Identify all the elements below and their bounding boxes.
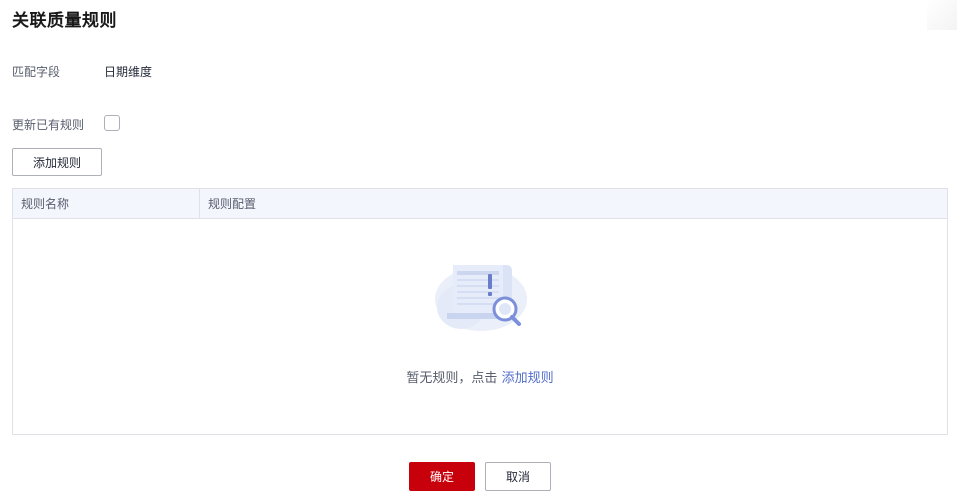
corner-shade — [927, 0, 957, 30]
update-existing-label: 更新已有规则 — [12, 118, 85, 132]
match-field-value: 日期维度 — [104, 65, 153, 79]
dialog-title: 关联质量规则 — [12, 11, 117, 31]
update-existing-checkbox[interactable] — [104, 115, 120, 131]
empty-state-add-rule-link[interactable]: 添加规则 — [502, 371, 554, 386]
associate-quality-rules-dialog: 关联质量规则 匹配字段 日期维度 更新已有规则 添加规则 规则名称 规则配置 暂… — [0, 0, 957, 503]
cancel-button[interactable]: 取消 — [485, 462, 551, 491]
empty-state-text: 暂无规则，点击 — [406, 371, 498, 386]
match-field-label: 匹配字段 — [12, 65, 61, 79]
empty-illustration-svg — [435, 265, 527, 331]
rules-table: 规则名称 规则配置 暂无规则，点击 添加规则 — [12, 188, 948, 435]
add-rule-button[interactable]: 添加规则 — [12, 148, 102, 176]
document-search-icon — [431, 257, 531, 337]
confirm-button[interactable]: 确定 — [409, 462, 475, 491]
empty-state: 暂无规则，点击 添加规则 — [13, 367, 947, 386]
table-header: 规则名称 规则配置 — [13, 189, 947, 219]
column-header-rule-name: 规则名称 — [13, 189, 200, 218]
column-header-rule-config: 规则配置 — [208, 197, 257, 211]
